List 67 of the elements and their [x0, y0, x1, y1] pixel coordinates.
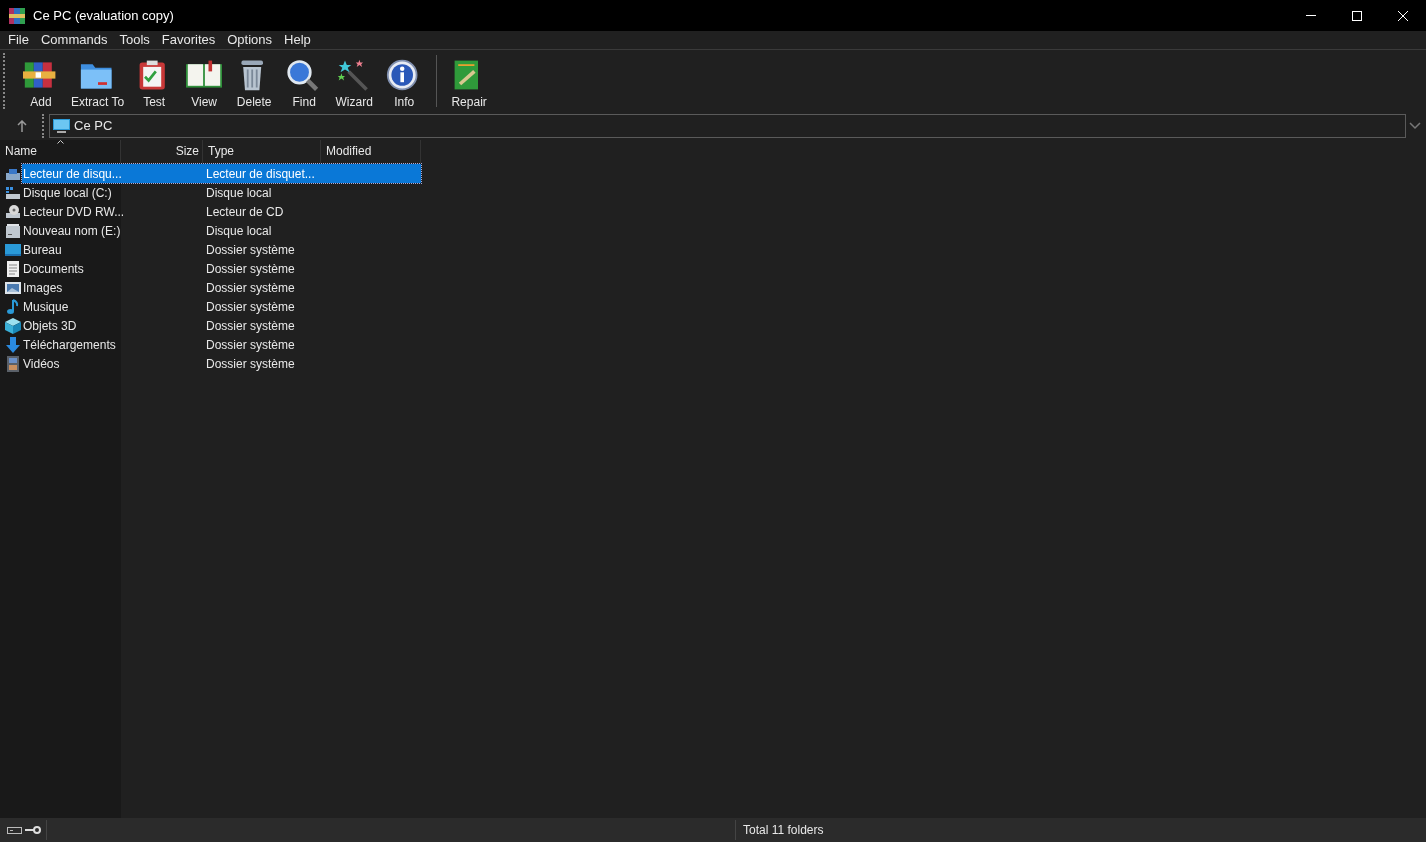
- toolbar-button[interactable]: Delete: [229, 52, 280, 110]
- name-cell-text: Documents: [22, 260, 85, 278]
- name-cell-text: Images: [22, 279, 64, 297]
- name-cell-text: Disque local (C:): [22, 184, 113, 202]
- drive-icon: [5, 222, 21, 239]
- key-icon: [25, 826, 41, 834]
- type-cell-text: Lecteur de disquet...: [206, 165, 315, 183]
- name-cell-text: Lecteur DVD RW...: [22, 203, 126, 221]
- name-cell-text: Nouveau nom (E:): [22, 222, 122, 240]
- file-row[interactable]: Nouveau nom (E:) Disque local: [22, 221, 421, 240]
- music-note-icon: [5, 298, 21, 315]
- type-cell-text: Lecteur de CD: [206, 203, 284, 221]
- file-row[interactable]: Disque local (C:) Disque local: [22, 183, 421, 202]
- type-cell-text: Dossier système: [206, 241, 295, 259]
- name-cell-text: Objets 3D: [22, 317, 78, 335]
- dvd-drive-icon: [5, 203, 21, 220]
- dropdown-chevron-icon[interactable]: [1409, 122, 1421, 130]
- type-cell-text: Dossier système: [206, 355, 295, 373]
- type-cell-text: Disque local: [206, 222, 272, 240]
- type-cell-text: Dossier système: [206, 298, 295, 316]
- maximize-icon: [1352, 10, 1362, 21]
- type-cell-text: Dossier système: [206, 317, 295, 335]
- toolbar-button[interactable]: View: [179, 52, 230, 110]
- up-arrow-icon: [17, 120, 27, 132]
- toolbar-button[interactable]: Info: [379, 52, 430, 110]
- name-cell-text: Musique: [22, 298, 70, 316]
- address-text: Ce PC: [74, 117, 113, 136]
- file-row[interactable]: Vidéos Dossier système: [22, 354, 421, 373]
- name-cell-text: Lecteur de disqu...: [22, 165, 123, 183]
- computer-icon: [53, 118, 70, 134]
- file-row[interactable]: Bureau Dossier système: [22, 240, 421, 259]
- status-text: Total 11 folders: [743, 822, 824, 839]
- type-cell-text: Dossier système: [206, 279, 295, 297]
- type-cell-text: Disque local: [206, 184, 272, 202]
- minimize-icon: [1306, 15, 1316, 16]
- toolbar-button[interactable]: Add: [16, 52, 66, 110]
- name-cell-text: Bureau: [22, 241, 63, 259]
- toolbar-button[interactable]: Extract To: [66, 52, 130, 110]
- file-row[interactable]: Téléchargements Dossier système: [22, 335, 421, 354]
- name-cell-text: Vidéos: [22, 355, 61, 373]
- file-row[interactable]: Lecteur de disqu... Lecteur de disquet...: [22, 164, 421, 183]
- name-cell-text: Téléchargements: [22, 336, 117, 354]
- close-icon: [1398, 10, 1408, 21]
- drive-icon: [7, 826, 22, 834]
- toolbar-button[interactable]: Find: [279, 52, 330, 110]
- menu-item[interactable]: Favorites: [155, 31, 222, 49]
- system-drive-icon: [5, 184, 21, 201]
- menu-item[interactable]: File: [2, 31, 35, 49]
- type-cell-text: Dossier système: [206, 336, 295, 354]
- menu-item[interactable]: Options: [221, 31, 279, 49]
- app-icon: [9, 7, 25, 24]
- menu-item[interactable]: Help: [278, 31, 317, 49]
- file-row[interactable]: Objets 3D Dossier système: [22, 316, 421, 335]
- menu-item[interactable]: Commands: [34, 31, 114, 49]
- cube-icon: [5, 317, 21, 334]
- address-field[interactable]: Ce PC: [49, 114, 1406, 138]
- file-row[interactable]: Musique Dossier système: [22, 297, 421, 316]
- file-row[interactable]: Lecteur DVD RW... Lecteur de CD: [22, 202, 421, 221]
- menu-item[interactable]: Tools: [113, 31, 156, 49]
- toolbar-button[interactable]: Repair: [444, 52, 495, 110]
- download-arrow-icon: [5, 336, 21, 353]
- toolbar-button[interactable]: Wizard: [329, 52, 380, 110]
- type-cell-text: Dossier système: [206, 260, 295, 278]
- file-row[interactable]: Documents Dossier système: [22, 259, 421, 278]
- toolbar-button[interactable]: Test: [129, 52, 180, 110]
- file-row[interactable]: Images Dossier système: [22, 278, 421, 297]
- window-title: Ce PC (evaluation copy): [33, 6, 174, 25]
